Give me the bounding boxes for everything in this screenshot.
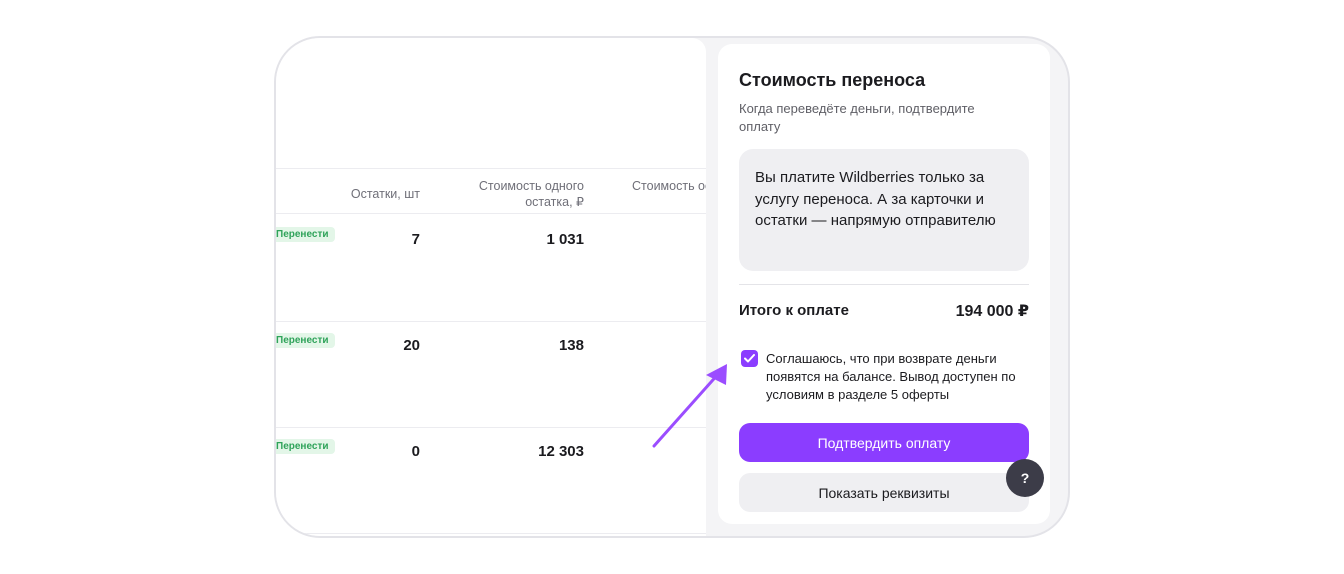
show-details-button[interactable]: Показать реквизиты (739, 473, 1029, 512)
consent-text: Соглашаюсь, что при возврате деньги появ… (766, 351, 1016, 402)
header-unit-cost: Стоимость одного остатка, ₽ (478, 179, 584, 209)
question-icon: ? (1020, 470, 1030, 486)
header-remains: Остатки, шт (350, 187, 420, 201)
help-button[interactable]: ? (1006, 459, 1044, 497)
table-header-top-border (276, 168, 706, 169)
remains-cell: 0 (411, 443, 420, 460)
remains-table: Остатки, шт Стоимость одного остатка, ₽ … (276, 38, 706, 536)
panel-subtitle: Когда переведёте деньги, подтвердите опл… (739, 101, 975, 134)
row-divider (276, 321, 706, 322)
status-badge: Перенести (276, 227, 335, 242)
unit-cost-cell: 12 303 (538, 443, 584, 460)
row-divider (276, 533, 706, 534)
total-label: Итого к оплате (739, 302, 849, 319)
total-amount: 194 000 ₽ (955, 303, 1029, 320)
divider (739, 284, 1029, 285)
table-header-bottom-border (276, 213, 706, 214)
arrow-annotation-icon (652, 364, 727, 448)
consent-checkbox[interactable] (741, 350, 758, 367)
device-frame: Остатки, шт Стоимость одного остатка, ₽ … (274, 36, 1070, 538)
unit-cost-cell: 1 031 (546, 231, 584, 248)
panel-title: Стоимость переноса (739, 70, 926, 90)
remains-cell: 20 (403, 337, 420, 354)
header-total-cost: Стоимость остатков (632, 179, 706, 193)
checkmark-icon (744, 354, 755, 363)
status-badge: Перенести (276, 439, 335, 454)
remains-cell: 7 (411, 231, 420, 248)
info-note: Вы платите Wildberries только за услугу … (739, 149, 1029, 271)
confirm-payment-button[interactable]: Подтвердить оплату (739, 423, 1029, 462)
unit-cost-cell: 138 (558, 337, 584, 354)
status-badge: Перенести (276, 333, 335, 348)
payment-panel: Стоимость переноса Когда переведёте день… (718, 44, 1050, 524)
